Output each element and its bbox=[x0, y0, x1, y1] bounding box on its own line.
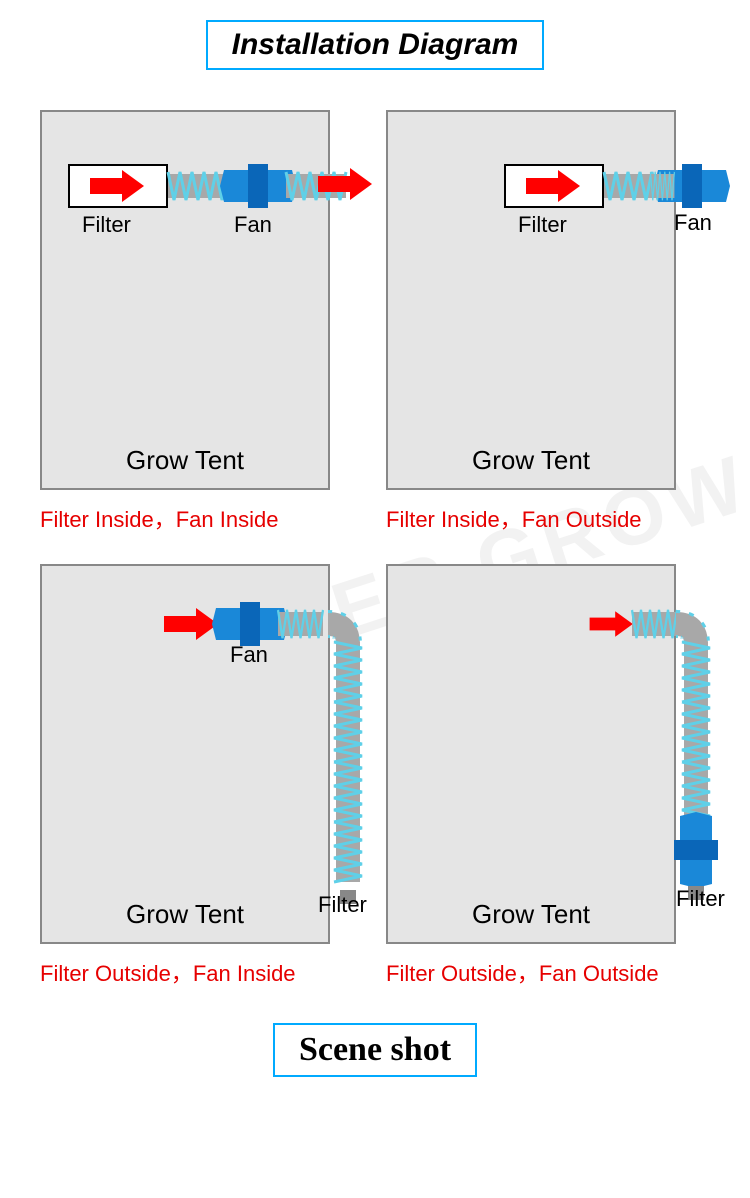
filter-label: Filter bbox=[518, 212, 567, 238]
arrow-icon bbox=[590, 614, 635, 635]
tent-box: Filter Grow Tent bbox=[386, 110, 676, 490]
fan-label: Fan bbox=[674, 210, 712, 236]
arrow-icon bbox=[318, 171, 374, 197]
ventilation-assembly bbox=[632, 594, 750, 994]
fan-label: Fan bbox=[230, 642, 268, 668]
config-4: Grow Tent Filter Filter Outside，Fan Outs… bbox=[386, 564, 710, 988]
arrow-icon bbox=[90, 173, 146, 199]
tent-box: Fan Grow Tent bbox=[40, 564, 330, 944]
config-caption: Filter Inside，Fan Inside bbox=[40, 502, 364, 534]
scene-title-box: Scene shot bbox=[273, 1023, 477, 1077]
tent-label: Grow Tent bbox=[42, 445, 328, 476]
config-caption: Filter Inside，Fan Outside bbox=[386, 502, 710, 534]
ventilation-assembly bbox=[604, 156, 750, 216]
filter-label: Filter bbox=[82, 212, 131, 238]
tent-box: Filter Fan Grow Tent bbox=[40, 110, 330, 490]
diagram-grid: Filter Fan Grow Tent Filter Inside，Fan I… bbox=[0, 80, 750, 998]
fan-label: Fan bbox=[234, 212, 272, 238]
config-2: Filter Grow Tent Fan Filter Inside，Fan O… bbox=[386, 110, 710, 534]
filter-label: Filter bbox=[318, 892, 367, 918]
config-1: Filter Fan Grow Tent Filter Inside，Fan I… bbox=[40, 110, 364, 534]
tent-label: Grow Tent bbox=[388, 899, 674, 930]
filter-box bbox=[68, 164, 168, 208]
diagram-title: Installation Diagram bbox=[232, 28, 519, 61]
config-3: Fan Grow Tent Filter Filter Outside，Fan … bbox=[40, 564, 364, 988]
tent-box: Grow Tent bbox=[386, 564, 676, 944]
filter-label: Filter bbox=[676, 886, 725, 912]
arrow-icon bbox=[526, 173, 582, 199]
arrow-icon bbox=[164, 611, 220, 637]
tent-label: Grow Tent bbox=[42, 899, 328, 930]
filter-box bbox=[504, 164, 604, 208]
scene-title: Scene shot bbox=[299, 1031, 451, 1068]
diagram-title-box: Installation Diagram bbox=[206, 20, 545, 70]
tent-label: Grow Tent bbox=[388, 445, 674, 476]
